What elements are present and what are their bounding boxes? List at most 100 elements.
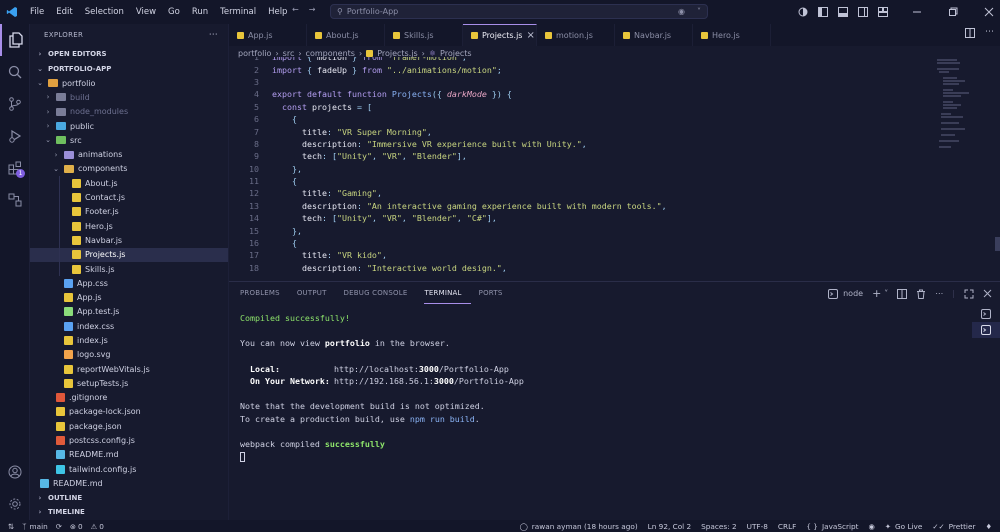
close-tab-icon[interactable]: ×	[526, 30, 534, 41]
sync-icon[interactable]: ⟳	[56, 522, 62, 531]
outline-section[interactable]: › OUTLINE	[30, 490, 229, 505]
tree-file[interactable]: reportWebVitals.js	[30, 362, 228, 376]
tree-folder[interactable]: ⌄ portfolio	[30, 76, 228, 90]
remote-icon[interactable]: ⇅	[8, 522, 14, 531]
add-terminal-icon[interactable]: +	[872, 287, 881, 300]
tree-file[interactable]: .gitignore	[30, 391, 228, 405]
tree-folder[interactable]: ⌄ components	[30, 162, 228, 176]
notifications-bell-icon[interactable]: ♦	[985, 522, 992, 531]
menu-edit[interactable]: Edit	[50, 0, 78, 24]
restore-icon[interactable]	[948, 7, 958, 17]
tree-file[interactable]: setupTests.js	[30, 376, 228, 390]
timeline-section[interactable]: › TIMELINE	[30, 504, 229, 519]
run-debug-icon[interactable]	[0, 120, 30, 152]
explorer-icon[interactable]	[0, 24, 30, 56]
tree-file[interactable]: App.js	[30, 290, 228, 304]
code-editor[interactable]: 1 import { motion } from "framer-motion";…	[229, 57, 939, 279]
split-editor-icon[interactable]	[965, 28, 975, 38]
more-actions-icon[interactable]: ⋯	[935, 289, 943, 298]
git-blame[interactable]: rawan ayman (18 hours ago)	[532, 522, 638, 531]
language-mode[interactable]: JavaScript	[822, 522, 859, 531]
tree-file[interactable]: tailwind.config.js	[30, 462, 228, 476]
editor-tab[interactable]: Projects.js ×	[463, 24, 537, 46]
chevron-down-icon[interactable]: ˅	[884, 289, 888, 298]
minimap[interactable]	[935, 57, 975, 157]
tree-folder[interactable]: › build	[30, 90, 228, 104]
editor-tab[interactable]: motion.js	[537, 24, 615, 46]
menu-selection[interactable]: Selection	[79, 0, 130, 24]
menu-terminal[interactable]: Terminal	[214, 0, 262, 24]
tree-folder[interactable]: › public	[30, 119, 228, 133]
menu-help[interactable]: Help	[262, 0, 293, 24]
warning-count[interactable]: 0	[99, 522, 104, 531]
account-icon[interactable]	[0, 456, 30, 488]
error-icon[interactable]: ⊗	[70, 522, 76, 531]
terminal-output[interactable]: Compiled successfully! You can now view …	[240, 312, 970, 463]
tree-folder[interactable]: › animations	[30, 147, 228, 161]
accounts-icon[interactable]	[798, 7, 808, 17]
editor-tab[interactable]: About.js	[307, 24, 385, 46]
panel-tab-debug-console[interactable]: DEBUG CONSOLE	[344, 282, 417, 304]
warning-icon[interactable]: ⚠	[91, 522, 98, 531]
tree-file[interactable]: index.js	[30, 333, 228, 347]
branch-icon[interactable]: ᛉ	[22, 522, 26, 531]
minimize-icon[interactable]	[912, 7, 922, 17]
terminal-name[interactable]: node	[843, 289, 863, 298]
copilot-icon[interactable]: ◉	[869, 522, 875, 531]
panel-tab-output[interactable]: OUTPUT	[297, 282, 336, 304]
tree-file[interactable]: App.test.js	[30, 305, 228, 319]
layout-sidebar-icon[interactable]	[818, 7, 828, 17]
tree-file[interactable]: App.css	[30, 276, 228, 290]
layout-secondary-icon[interactable]	[858, 7, 868, 17]
extensions-icon[interactable]: 1	[0, 152, 30, 184]
more-actions-icon[interactable]: ⋯	[985, 28, 994, 38]
editor-tab[interactable]: Skills.js	[385, 24, 463, 46]
panel-tab-ports[interactable]: PORTS	[479, 282, 512, 304]
tree-folder[interactable]: › node_modules	[30, 105, 228, 119]
trash-icon[interactable]	[916, 289, 926, 299]
editor-tab[interactable]: Navbar.js	[615, 24, 693, 46]
copilot-icon[interactable]: ◉	[678, 7, 685, 16]
cursor-position[interactable]: Ln 92, Col 2	[648, 522, 691, 531]
prettier-button[interactable]: Prettier	[949, 522, 976, 531]
forward-arrow-icon[interactable]: →	[309, 5, 316, 14]
editor-tab[interactable]: App.js	[229, 24, 307, 46]
tree-file[interactable]: README.md	[30, 448, 228, 462]
tree-file[interactable]: logo.svg	[30, 348, 228, 362]
command-center[interactable]: ⚲ Portfolio-App ◉ ˅	[330, 4, 708, 19]
tree-file[interactable]: package.json	[30, 419, 228, 433]
terminal-instance-icon[interactable]	[972, 322, 1000, 338]
menu-run[interactable]: Run	[186, 0, 214, 24]
settings-gear-icon[interactable]	[0, 488, 30, 520]
more-actions-icon[interactable]: ⋯	[209, 30, 218, 40]
layout-panel-icon[interactable]	[838, 7, 848, 17]
branch-name[interactable]: main	[30, 522, 48, 531]
close-panel-icon[interactable]	[983, 289, 992, 298]
tree-file[interactable]: README.md	[30, 476, 228, 490]
editor-tab[interactable]: Hero.js	[693, 24, 771, 46]
tree-folder[interactable]: ⌄ src	[30, 133, 228, 147]
remote-explorer-icon[interactable]	[0, 184, 30, 216]
editor-scrollbar[interactable]	[993, 57, 1000, 279]
error-count[interactable]: 0	[78, 522, 83, 531]
panel-tab-terminal[interactable]: TERMINAL	[424, 282, 471, 304]
panel-tab-problems[interactable]: PROBLEMS	[240, 282, 289, 304]
project-root-section[interactable]: ⌄ PORTFOLIO-APP	[30, 61, 228, 76]
menu-view[interactable]: View	[130, 0, 162, 24]
menu-go[interactable]: Go	[162, 0, 186, 24]
line-ending[interactable]: CRLF	[778, 522, 796, 531]
tree-file[interactable]: package-lock.json	[30, 405, 228, 419]
terminal-instance-icon[interactable]	[972, 306, 1000, 322]
encoding[interactable]: UTF-8	[747, 522, 768, 531]
back-arrow-icon[interactable]: ←	[292, 5, 299, 14]
menu-file[interactable]: File	[24, 0, 50, 24]
open-editors-section[interactable]: › OPEN EDITORS	[30, 46, 228, 61]
search-icon[interactable]	[0, 56, 30, 88]
tree-file[interactable]: index.css	[30, 319, 228, 333]
chevron-down-icon[interactable]: ˅	[697, 7, 701, 16]
go-live-button[interactable]: Go Live	[895, 522, 922, 531]
tree-file[interactable]: postcss.config.js	[30, 433, 228, 447]
close-icon[interactable]	[984, 7, 994, 17]
source-control-icon[interactable]	[0, 88, 30, 120]
customize-layout-icon[interactable]	[878, 7, 888, 17]
